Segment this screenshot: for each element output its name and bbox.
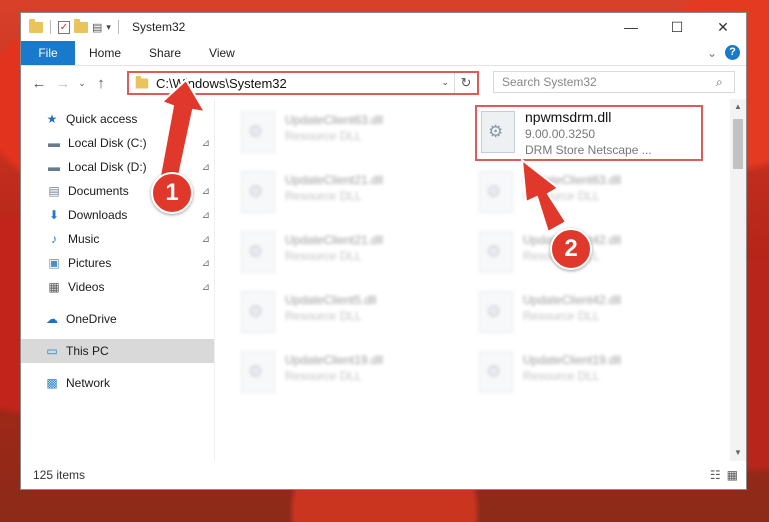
annotation-arrows <box>158 78 568 234</box>
arrow-1 <box>158 78 207 182</box>
arrow-2 <box>520 157 568 234</box>
step-badge-2: 2 <box>550 228 592 270</box>
step-badge-1: 1 <box>151 172 193 214</box>
